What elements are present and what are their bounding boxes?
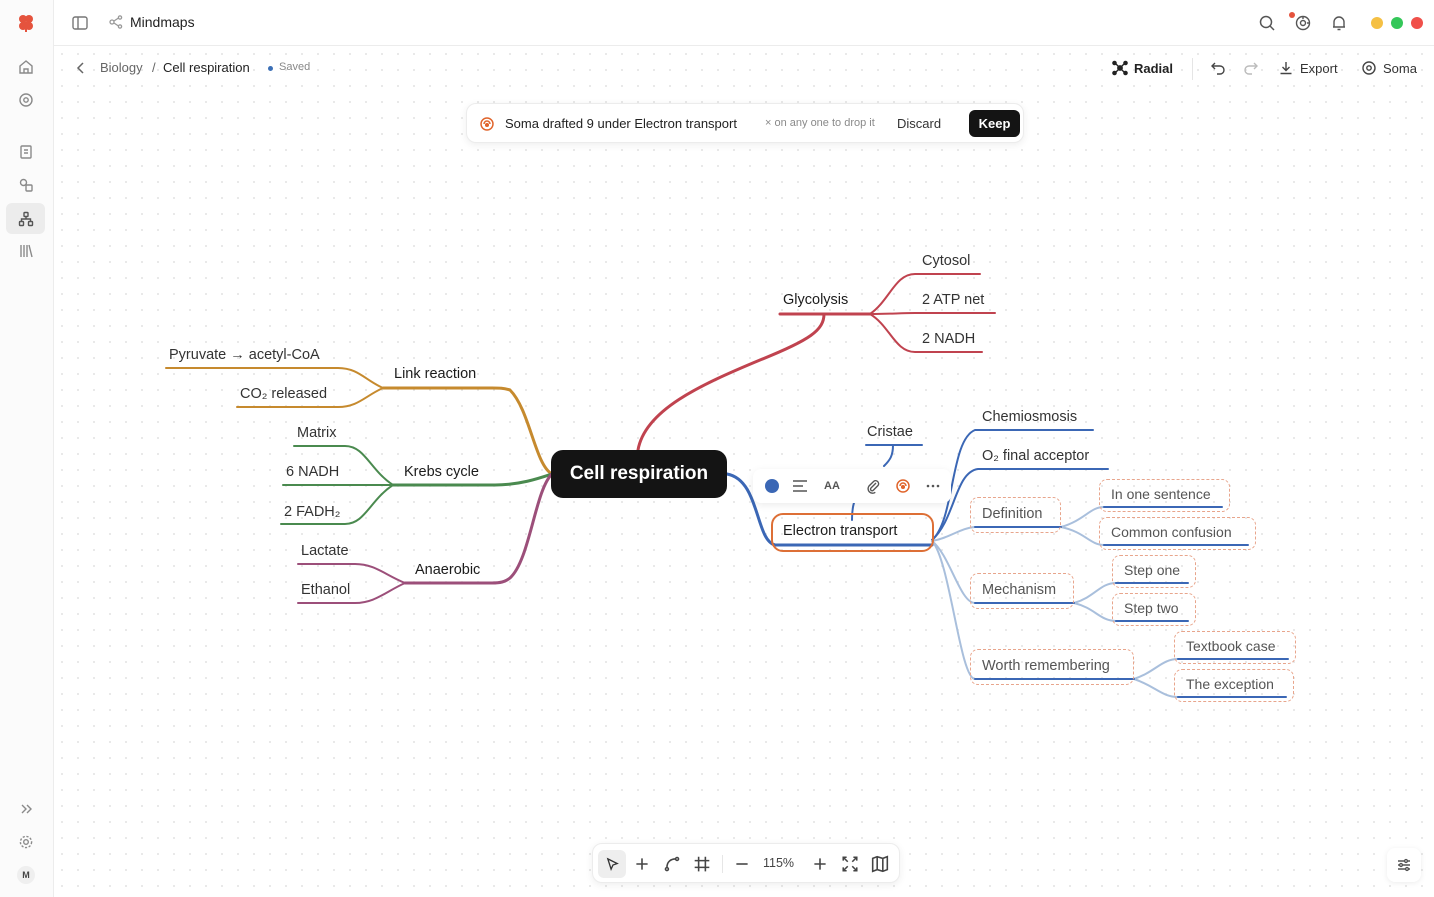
- canvas-settings-button[interactable]: [1387, 848, 1421, 882]
- draft-node-common-confusion[interactable]: Common confusion: [1111, 524, 1232, 540]
- zoom-level: 115%: [763, 856, 795, 870]
- node-krebs-cycle[interactable]: Krebs cycle: [404, 464, 479, 480]
- plus-icon: [636, 858, 648, 870]
- node-toolbar: AA: [753, 469, 951, 503]
- node-cytosol[interactable]: Cytosol: [922, 253, 970, 269]
- fit-icon: [842, 856, 858, 872]
- minimap-button[interactable]: [871, 855, 889, 873]
- node-2-atp-net[interactable]: 2 ATP net: [922, 292, 984, 308]
- sliders-icon: [1398, 858, 1410, 872]
- draft-node-mechanism[interactable]: Mechanism: [982, 582, 1056, 598]
- node-color-button[interactable]: [765, 479, 779, 493]
- minus-icon: [736, 863, 748, 865]
- draft-node-textbook-case[interactable]: Textbook case: [1186, 638, 1276, 654]
- frame-icon: [694, 856, 710, 872]
- mindmap-connectors: [165, 273, 1289, 698]
- node-electron-transport[interactable]: Electron transport: [783, 523, 897, 539]
- node-anaerobic[interactable]: Anaerobic: [415, 562, 480, 578]
- more-icon[interactable]: [925, 478, 941, 494]
- plus-icon: [814, 858, 826, 870]
- align-icon[interactable]: [792, 478, 808, 494]
- connector-tool-button[interactable]: [663, 855, 681, 873]
- soma-expand-icon[interactable]: [895, 478, 911, 494]
- zoom-out-button[interactable]: [733, 855, 751, 873]
- draft-node-definition[interactable]: Definition: [982, 506, 1042, 522]
- zoom-in-button[interactable]: [811, 855, 829, 873]
- glycolysis-branch-lines: [636, 312, 872, 452]
- toolbar-divider: [722, 855, 723, 873]
- draft-node-the-exception[interactable]: The exception: [1186, 676, 1274, 692]
- canvas-toolbar: 115%: [592, 843, 900, 883]
- node-ethanol[interactable]: Ethanol: [301, 582, 350, 598]
- draft-node-in-one-sentence[interactable]: In one sentence: [1111, 486, 1211, 502]
- cursor-icon: [606, 857, 619, 871]
- node-2-fadh2[interactable]: 2 FADH₂: [284, 504, 340, 520]
- root-node[interactable]: Cell respiration: [551, 450, 727, 498]
- node-pyruvate-acetyl-coa[interactable]: Pyruvate → acetyl-CoA: [169, 347, 320, 363]
- node-chemiosmosis[interactable]: Chemiosmosis: [982, 409, 1077, 425]
- node-glycolysis[interactable]: Glycolysis: [783, 292, 848, 308]
- node-lactate[interactable]: Lactate: [301, 543, 349, 559]
- attachment-icon[interactable]: [865, 478, 881, 494]
- text-size-button[interactable]: AA: [824, 478, 840, 494]
- frame-tool-button[interactable]: [693, 855, 711, 873]
- add-node-button[interactable]: [633, 855, 651, 873]
- select-tool-button[interactable]: [598, 850, 626, 878]
- link-branch-lines: [381, 386, 554, 476]
- draft-node-step-one[interactable]: Step one: [1124, 562, 1180, 578]
- node-o2-final-acceptor[interactable]: O₂ final acceptor: [982, 448, 1089, 464]
- node-6-nadh[interactable]: 6 NADH: [286, 464, 339, 480]
- draft-node-step-two[interactable]: Step two: [1124, 600, 1178, 616]
- curve-icon: [664, 856, 680, 872]
- map-icon: [871, 855, 889, 873]
- node-co2-released[interactable]: CO₂ released: [240, 386, 327, 402]
- draft-node-worth-remembering[interactable]: Worth remembering: [982, 658, 1110, 674]
- fit-screen-button[interactable]: [841, 855, 859, 873]
- node-cristae[interactable]: Cristae: [867, 424, 913, 440]
- node-2-nadh[interactable]: 2 NADH: [922, 331, 975, 347]
- node-matrix[interactable]: Matrix: [297, 425, 336, 441]
- node-link-reaction[interactable]: Link reaction: [394, 366, 476, 382]
